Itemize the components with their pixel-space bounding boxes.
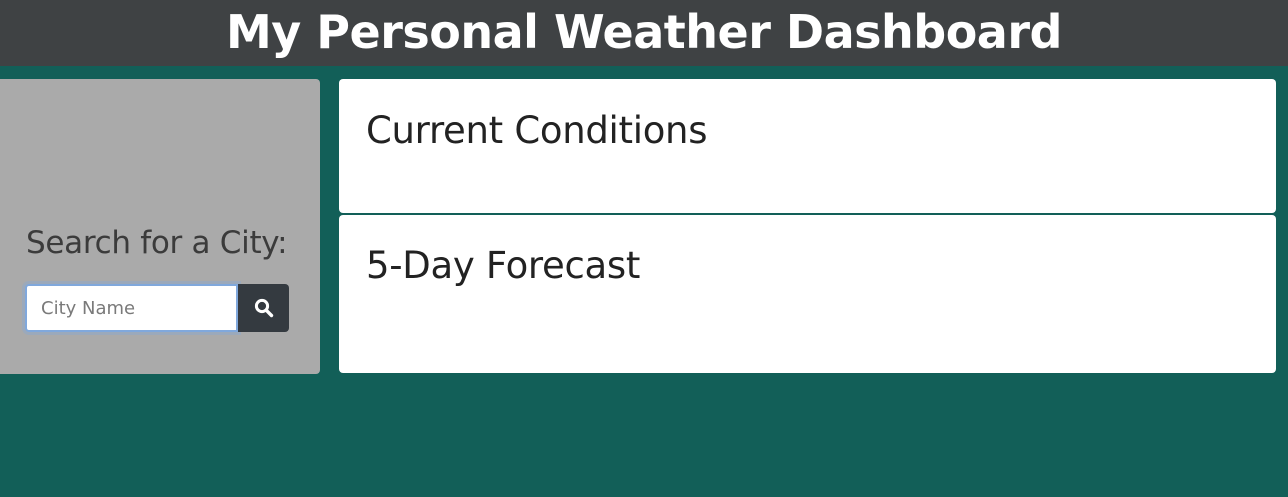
forecast-card: 5-Day Forecast (339, 215, 1276, 373)
forecast-title: 5-Day Forecast (366, 244, 641, 287)
current-conditions-card: Current Conditions (339, 79, 1276, 213)
current-conditions-title: Current Conditions (366, 109, 708, 152)
page-title: My Personal Weather Dashboard (0, 0, 1288, 66)
search-button[interactable] (238, 284, 289, 332)
city-search-input[interactable] (22, 281, 241, 335)
search-sidebar: Search for a City: (0, 79, 320, 374)
search-label: Search for a City: (26, 225, 288, 261)
search-icon (254, 298, 273, 318)
